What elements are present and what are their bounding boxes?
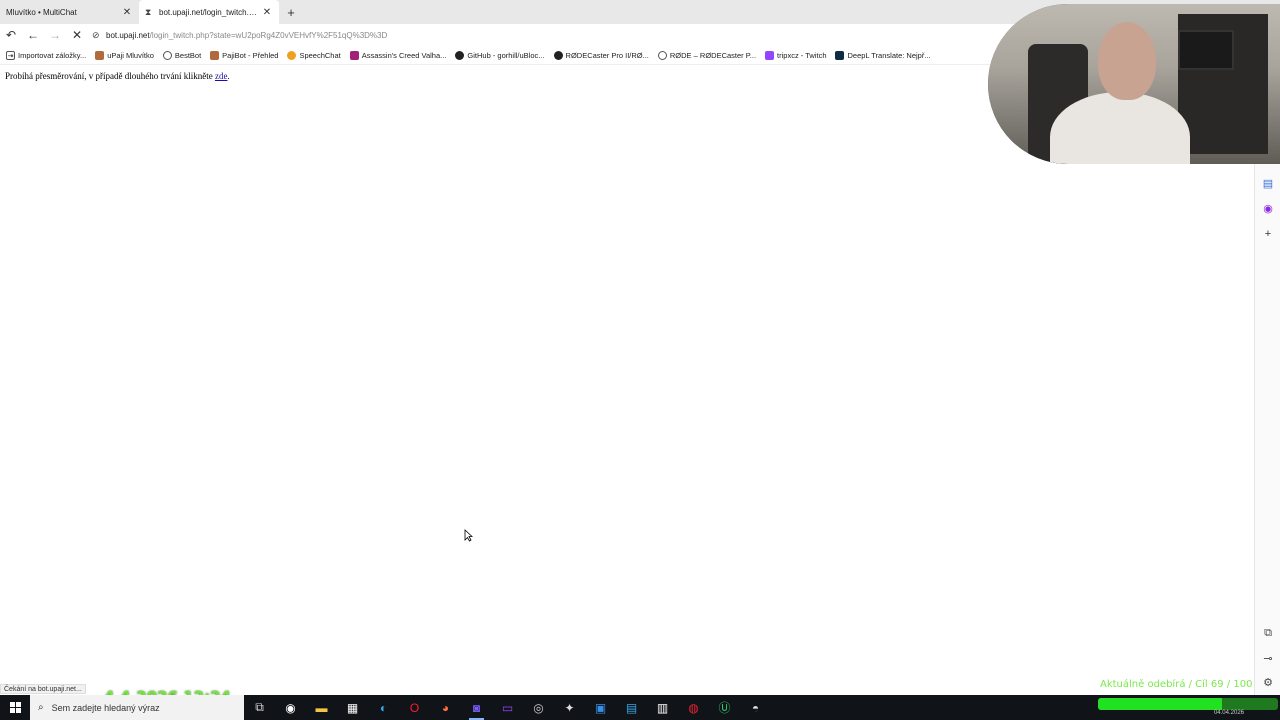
taskbar-search[interactable]: ⌕ Sem zadejte hledaný výraz — [30, 695, 244, 720]
edge-icon[interactable]: ◐ — [368, 695, 399, 720]
bookmark-label: tripxcz - Twitch — [777, 51, 827, 60]
bookmark-bestbot[interactable]: BestBot — [162, 51, 202, 60]
speechchat-icon — [287, 51, 297, 60]
assassins-icon — [349, 51, 359, 60]
app-icon-13[interactable]: ◓ — [740, 695, 771, 720]
close-icon[interactable]: ✕ — [121, 7, 133, 18]
extension-icon[interactable]: ◉ — [1262, 202, 1274, 215]
browser-active-icon[interactable]: ◙ — [461, 695, 492, 720]
streaming-app-icon[interactable]: ▭ — [492, 695, 523, 720]
bookmark-label: RØDE – RØDECaster P... — [669, 51, 757, 60]
twitch-icon — [765, 51, 775, 60]
search-icon: ⌕ — [38, 702, 44, 713]
file-explorer-icon[interactable]: ▬ — [306, 695, 337, 720]
opera-icon[interactable]: O — [399, 695, 430, 720]
rode-icon — [553, 51, 563, 60]
status-bar: Čekání na bot.upaji.net... — [0, 684, 86, 694]
redirect-link[interactable]: zde — [215, 71, 228, 81]
translate-icon[interactable]: ▤ — [1262, 177, 1274, 190]
undo-icon[interactable]: ↶ — [0, 24, 22, 46]
stop-loading-button[interactable]: ✕ — [66, 24, 88, 46]
pajibot-icon — [210, 51, 220, 60]
webcam-person-head — [1098, 22, 1156, 100]
webcam-overlay — [988, 4, 1280, 164]
bookmark-upaji-mluvitko[interactable]: uPaji Mluvítko — [95, 51, 154, 60]
back-button[interactable]: ← — [22, 24, 44, 46]
bookmarks-bar: ⇥ Importovat záložky... uPaji Mluvítko Be… — [0, 47, 1000, 65]
bookmark-assassins[interactable]: Assassin's Creed Valha... — [349, 51, 447, 60]
key-icon[interactable]: ⊸ — [1262, 652, 1274, 665]
redirect-period: . — [227, 71, 230, 81]
app-icon-10[interactable]: ▥ — [647, 695, 678, 720]
bookmark-label: RØDECaster Pro II/RØ... — [565, 51, 649, 60]
bookmark-label: GitHub - gorhill/uBloc... — [467, 51, 545, 60]
tab-multichat[interactable]: Mluvítko • MultiChat ✕ — [0, 0, 139, 24]
add-icon[interactable]: + — [1262, 228, 1274, 240]
app-icon-7[interactable]: ✦ — [554, 695, 585, 720]
bookmark-label: PajiBot - Přehled — [222, 51, 279, 60]
redirect-text: Probíhá přesměrování, v případě dlouhého… — [5, 71, 215, 81]
search-placeholder: Sem zadejte hledaný výraz — [51, 702, 160, 713]
github-icon — [455, 51, 465, 60]
store-icon[interactable]: ▦ — [337, 695, 368, 720]
forward-button[interactable]: → — [44, 24, 66, 46]
address-bar[interactable]: ⊘ bot.upaji.net/login_twitch.php?state=w… — [92, 26, 972, 44]
bookmark-twitch[interactable]: tripxcz - Twitch — [765, 51, 826, 60]
bookmark-label: Importovat záložky... — [18, 51, 87, 60]
webcam-monitor — [1178, 30, 1234, 70]
redirect-message: Probíhá přesměrování, v případě dlouhého… — [5, 71, 230, 81]
app-icon-8[interactable]: ▣ — [585, 695, 616, 720]
tab-title: Mluvítko • MultiChat — [6, 7, 77, 17]
window-icon[interactable]: ⧉ — [1262, 627, 1274, 640]
windows-start-icon[interactable] — [0, 695, 30, 720]
tab-login[interactable]: ⧗ bot.upaji.net/login_twitch.php?s ✕ — [139, 0, 279, 24]
mouse-cursor-icon — [464, 529, 473, 542]
tab-title: bot.upaji.net/login_twitch.php?s — [159, 7, 261, 17]
bookmark-rode[interactable]: RØDE – RØDECaster P... — [657, 51, 757, 60]
bookmark-deepl[interactable]: DeepL Translate: Nejpř... — [835, 51, 931, 60]
bookmark-rodecaster[interactable]: RØDECaster Pro II/RØ... — [553, 51, 649, 60]
globe-icon — [162, 51, 172, 60]
sub-goal-label: Aktuálně odebírá / Cíl 69 / 100 — [1100, 679, 1253, 690]
taskbar: ⌕ Sem zadejte hledaný výraz ⧉ ◉ ▬ ▦ ◐ O … — [0, 695, 1280, 720]
bookmark-label: BestBot — [174, 51, 202, 60]
site-info-icon[interactable]: ⊘ — [92, 30, 106, 41]
import-icon: ⇥ — [6, 51, 15, 60]
bookmark-speechchat[interactable]: SpeechChat — [287, 51, 341, 60]
new-tab-button[interactable]: + — [279, 0, 303, 24]
settings-app-icon[interactable]: ◎ — [523, 695, 554, 720]
close-icon[interactable]: ✕ — [261, 7, 273, 18]
app-icon-12[interactable]: Ⓤ — [709, 695, 740, 720]
sub-goal-progress — [1098, 698, 1278, 710]
screen: Mluvítko • MultiChat ✕ ⧗ bot.upaji.net/l… — [0, 0, 1280, 720]
deepl-icon — [835, 51, 845, 60]
url-path: /login_twitch.php?state=wU2poRg4Z0vVEHvf… — [149, 30, 388, 40]
settings-icon[interactable]: ⚙ — [1262, 676, 1274, 689]
app-icon-9[interactable]: ▤ — [616, 695, 647, 720]
bookmark-import[interactable]: ⇥ Importovat záložky... — [6, 51, 86, 60]
bookmark-label: uPaji Mluvítko — [107, 51, 154, 60]
hourglass-icon: ⧗ — [145, 6, 152, 17]
bookmark-github[interactable]: GitHub - gorhill/uBloc... — [455, 51, 545, 60]
firefox-icon[interactable]: ◕ — [430, 695, 461, 720]
bookmark-pajibot[interactable]: PajiBot - Přehled — [210, 51, 278, 60]
bookmark-label: Assassin's Creed Valha... — [361, 51, 447, 60]
bookmark-label: SpeechChat — [299, 51, 341, 60]
globe-icon — [657, 51, 667, 60]
url-host: bot.upaji.net — [106, 30, 150, 40]
tray-date: 04.04.2026 — [1213, 710, 1244, 716]
upaji-icon — [95, 51, 105, 60]
bookmark-label: DeepL Translate: Nejpř... — [847, 51, 931, 60]
sub-goal-progress-fill — [1098, 698, 1223, 710]
app-icon-11[interactable]: ◍ — [678, 695, 709, 720]
obs-icon[interactable]: ◉ — [275, 695, 306, 720]
task-view-icon[interactable]: ⧉ — [244, 695, 275, 720]
